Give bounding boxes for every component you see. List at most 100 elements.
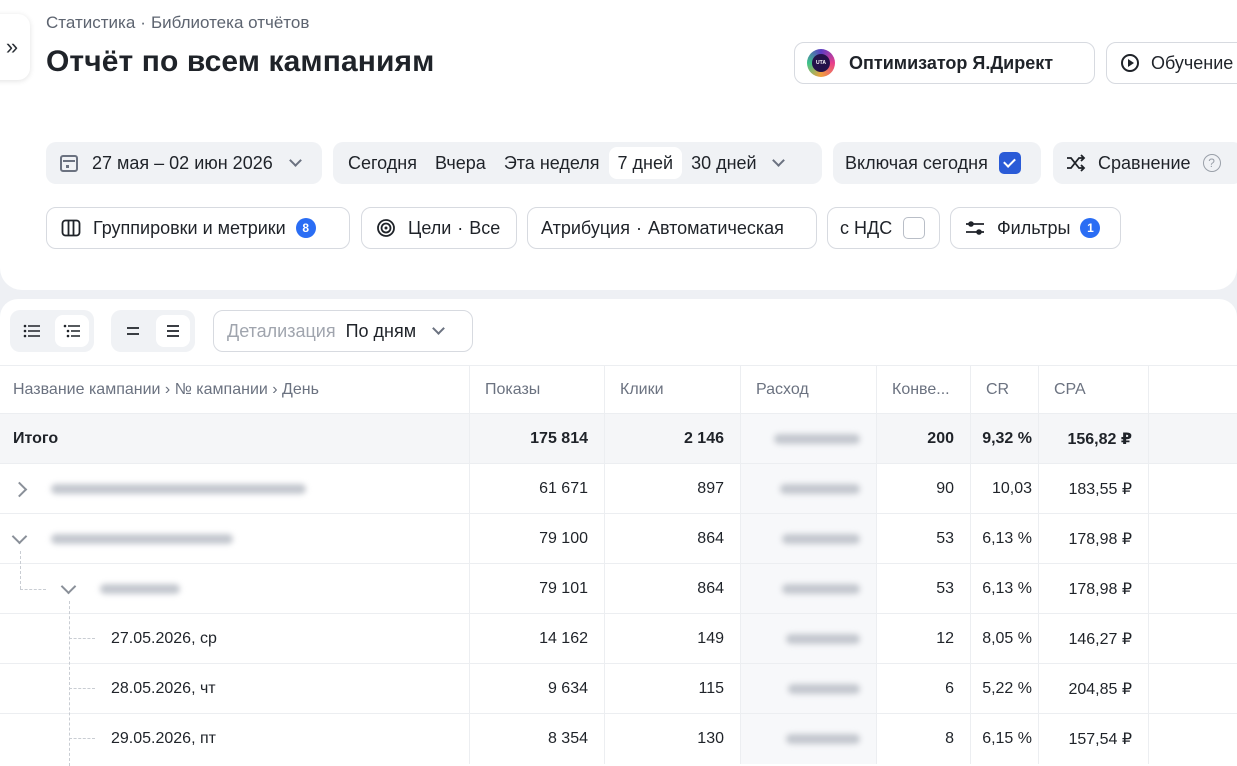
cpa-cell: 157,54 ₽ [1039, 714, 1149, 764]
column-header-cpa[interactable]: CPA [1039, 366, 1149, 414]
shows-cell: 8 354 [470, 714, 605, 764]
table-header: Название кампании › № кампании › День По… [0, 365, 1237, 414]
tree-guide-line [69, 738, 95, 739]
optimizer-button-label: Оптимизатор Я.Директ [849, 52, 1054, 73]
optimizer-button[interactable]: UTA Оптимизатор Я.Директ [794, 42, 1095, 84]
filters-button[interactable]: Фильтры 1 [950, 207, 1121, 249]
include-today-toggle[interactable]: Включая сегодня [833, 142, 1041, 184]
period-selector: Сегодня Вчера Эта неделя 7 дней 30 дней [333, 142, 822, 184]
flat-list-icon[interactable] [15, 315, 49, 347]
goals-value: Все [469, 217, 501, 238]
expand-sidebar-button[interactable]: » [0, 14, 30, 80]
date-range-picker[interactable]: 27 мая – 02 июн 2026 [46, 142, 322, 184]
date-range-value: 27 мая – 02 июн 2026 [92, 152, 273, 173]
table-row-campaign-number[interactable]: 79 101 864 53 6,13 % 178,98 ₽ [0, 563, 1237, 614]
total-cr: 9,32 % [971, 414, 1039, 464]
groupings-label: Группировки и метрики [93, 217, 286, 238]
compact-rows-icon[interactable] [116, 315, 150, 347]
chevron-right-icon[interactable] [11, 481, 28, 497]
table-row-day[interactable]: 27.05.2026, ср 14 162 149 12 8,05 % 146,… [0, 613, 1237, 664]
report-table-panel: Детализация По дням Название кампании › … [0, 299, 1237, 766]
campaign-name-hidden [51, 484, 306, 494]
tree-guide-line [69, 688, 95, 689]
table-row-day[interactable]: 28.05.2026, чт 9 634 115 6 5,22 % 204,85… [0, 663, 1237, 714]
clicks-cell: 149 [605, 614, 741, 664]
breadcrumb-library-link[interactable]: Библиотека отчётов [151, 13, 309, 32]
table-row-campaign[interactable]: 79 100 864 53 6,13 % 178,98 ₽ [0, 513, 1237, 564]
include-today-checkbox[interactable] [998, 152, 1021, 174]
chevron-down-icon[interactable] [60, 578, 77, 594]
period-yesterday[interactable]: Вчера [426, 147, 495, 179]
table-row-campaign[interactable]: 61 671 897 90 10,03 183,55 ₽ [0, 463, 1237, 514]
detail-select[interactable]: Детализация По дням [213, 310, 473, 352]
clicks-cell: 864 [605, 564, 741, 614]
chevron-down-icon [432, 322, 445, 335]
period-this-week[interactable]: Эта неделя [495, 147, 609, 179]
cr-cell: 8,05 % [971, 614, 1039, 664]
total-conversions: 200 [877, 414, 971, 464]
column-header-cost[interactable]: Расход [741, 366, 877, 414]
total-cpa: 156,82 ₽ [1039, 414, 1149, 464]
tree-list-icon[interactable] [55, 315, 89, 347]
conversions-cell: 90 [877, 464, 971, 514]
column-header-conversions[interactable]: Конве... [877, 366, 971, 414]
breadcrumb-statistics-link[interactable]: Статистика [46, 13, 135, 32]
conversions-cell: 6 [877, 664, 971, 714]
attribution-button[interactable]: Атрибуция · Автоматическая [527, 207, 817, 249]
tree-guide-line [69, 601, 70, 766]
total-cost-hidden [741, 414, 877, 464]
cr-cell: 6,13 % [971, 514, 1039, 564]
day-cell: 28.05.2026, чт [0, 664, 470, 714]
vat-checkbox[interactable] [903, 217, 926, 239]
column-header-cr[interactable]: CR [971, 366, 1039, 414]
cost-cell-hidden [741, 564, 877, 614]
goals-button[interactable]: Цели · Все [361, 207, 517, 249]
table-row-day[interactable]: 29.05.2026, пт 8 354 130 8 6,15 % 157,54… [0, 713, 1237, 764]
filters-label: Фильтры [997, 217, 1071, 238]
period-30-days[interactable]: 30 дней [682, 147, 766, 179]
cr-cell: 5,22 % [971, 664, 1039, 714]
shows-cell: 79 100 [470, 514, 605, 564]
chevron-down-icon[interactable] [11, 528, 28, 544]
breadcrumb-separator: · [140, 13, 146, 32]
column-header-shows[interactable]: Показы [470, 366, 605, 414]
attribution-dot: · [635, 217, 642, 238]
filters-count-badge: 1 [1080, 218, 1101, 238]
learning-button[interactable]: Обучение [1106, 42, 1237, 84]
page-title: Отчёт по всем кампаниям [46, 45, 435, 78]
groupings-metrics-button[interactable]: Группировки и метрики 8 [46, 207, 350, 249]
column-header-name[interactable]: Название кампании › № кампании › День [0, 366, 470, 414]
density-toggle [111, 310, 195, 352]
conversions-cell: 53 [877, 564, 971, 614]
tree-guide-line [20, 551, 21, 589]
period-7-days[interactable]: 7 дней [608, 147, 683, 179]
chevron-down-icon [288, 154, 302, 167]
clicks-cell: 130 [605, 714, 741, 764]
play-icon [1121, 54, 1139, 72]
clicks-cell: 115 [605, 664, 741, 714]
detail-label: Детализация [227, 320, 336, 341]
help-icon[interactable]: ? [1202, 154, 1221, 172]
column-header-clicks[interactable]: Клики [605, 366, 741, 414]
regular-rows-icon[interactable] [156, 315, 190, 347]
comparison-button[interactable]: Сравнение ? [1053, 142, 1237, 184]
detail-value: По дням [345, 320, 417, 341]
conversions-cell: 12 [877, 614, 971, 664]
target-icon [376, 218, 396, 238]
vat-label: с НДС [840, 217, 893, 238]
period-more-chevron-icon[interactable] [771, 154, 785, 167]
total-shows: 175 814 [470, 414, 605, 464]
shows-cell: 14 162 [470, 614, 605, 664]
period-today[interactable]: Сегодня [339, 147, 426, 179]
calendar-icon [60, 154, 78, 172]
include-today-label: Включая сегодня [845, 152, 988, 173]
cpa-cell: 204,85 ₽ [1039, 664, 1149, 714]
breadcrumb: Статистика · Библиотека отчётов [46, 13, 309, 33]
learning-button-label: Обучение [1151, 52, 1234, 73]
campaign-name-hidden [51, 534, 233, 544]
shows-cell: 9 634 [470, 664, 605, 714]
shows-cell: 79 101 [470, 564, 605, 614]
vat-toggle[interactable]: с НДС [827, 207, 940, 249]
cost-cell-hidden [741, 464, 877, 514]
attribution-value: Автоматическая [647, 217, 784, 238]
